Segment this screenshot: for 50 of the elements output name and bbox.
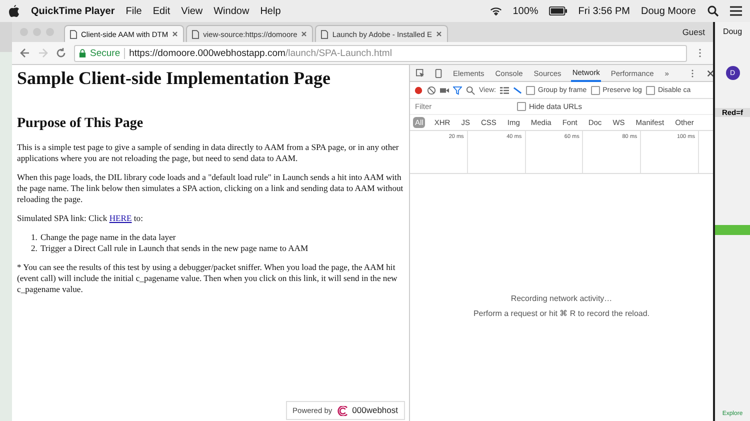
window-title: Doug xyxy=(722,27,742,36)
waterfall-icon[interactable] xyxy=(513,86,522,94)
url-text: https://domoore.000webhostapp.com/launch/SPA-Launch.html xyxy=(129,48,392,58)
menu-item[interactable]: File xyxy=(126,6,142,16)
section-heading: Purpose of This Page xyxy=(17,116,144,132)
user-name[interactable]: Doug Moore xyxy=(640,6,696,16)
logo-icon xyxy=(336,406,348,416)
menu-item[interactable]: Edit xyxy=(152,6,170,16)
apple-icon[interactable] xyxy=(8,5,20,17)
list-item: Trigger a Direct Call rule in Launch that sends in the new page name to AAM xyxy=(40,243,308,254)
reload-icon[interactable] xyxy=(56,48,66,58)
battery-icon[interactable] xyxy=(549,5,568,17)
menu-item[interactable]: Help xyxy=(260,6,281,16)
here-link[interactable]: HERE xyxy=(109,213,132,223)
battery-percent: 100% xyxy=(512,6,538,16)
hint-message: Perform a request or hit ⌘ R to record the reload. xyxy=(473,309,650,318)
camera-icon[interactable] xyxy=(440,86,449,94)
page-icon xyxy=(192,30,200,38)
list-icon[interactable] xyxy=(730,5,742,17)
filter-icon[interactable] xyxy=(453,86,462,94)
status-message: Recording network activity… xyxy=(510,294,612,303)
profile-label[interactable]: Guest xyxy=(682,27,705,37)
page-title: Sample Client-side Implementation Page xyxy=(17,68,332,88)
cell-highlight xyxy=(715,225,750,235)
paragraph: When this page loads, the DIL library code loads and a "default load rule" in Launch sends a hit into AAM with the page name. The link below then simulates a SPA action, clicking on a link and sending data to AAM without reloading the page. xyxy=(17,172,404,205)
clear-icon[interactable] xyxy=(427,86,436,94)
menu-item[interactable]: View xyxy=(181,6,203,16)
menu-item[interactable]: Window xyxy=(214,6,250,16)
app-menu[interactable]: QuickTime Player xyxy=(31,6,115,16)
search-icon[interactable] xyxy=(707,5,719,17)
note-paragraph: * You can see the results of this test by using a debugger/packet sniffer. When you load the page, the AAM hit (event call) will include the initial c_pagename value. Then when you click on this link, it will send in the new c_pagename value. xyxy=(17,262,398,295)
clock[interactable]: Fri 3:56 PM xyxy=(578,6,630,16)
device-icon[interactable] xyxy=(434,68,443,78)
page-icon xyxy=(70,30,77,38)
list-number: 2. xyxy=(31,243,38,254)
list-item: Change the page name in the data layer xyxy=(40,232,176,243)
wifi-icon[interactable] xyxy=(490,5,502,17)
list-view-icon[interactable] xyxy=(500,86,509,94)
page-icon xyxy=(321,30,328,38)
link-suffix: to: xyxy=(134,213,143,223)
back-icon[interactable] xyxy=(20,48,30,58)
lock-icon xyxy=(79,48,86,58)
record-icon[interactable] xyxy=(414,86,423,94)
inspect-icon[interactable] xyxy=(416,68,425,78)
paragraph: This is a simple test page to give a sample of sending in data directly to AAM from a SPA page, or in any other applications where you are not reloading the page, but need to send data to AAM. xyxy=(17,142,400,164)
close-icon[interactable] xyxy=(706,68,715,78)
link-label: Simulated SPA link: Click xyxy=(17,213,108,223)
list-number: 1. xyxy=(31,232,38,243)
address-bar[interactable]: Secure https://domoore.000webhostapp.com/launch/SPA-Launch.html xyxy=(74,44,687,62)
secure-label: Secure xyxy=(90,48,126,58)
